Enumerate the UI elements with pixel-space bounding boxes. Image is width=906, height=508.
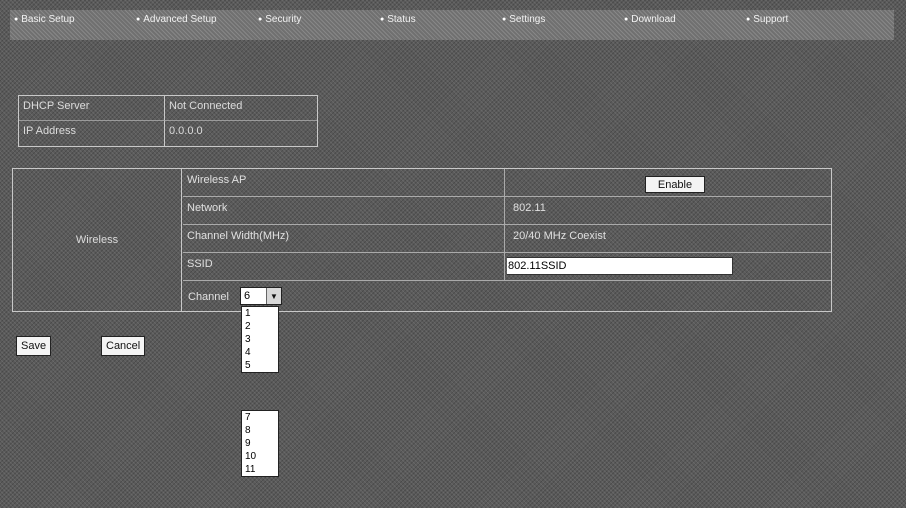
status-label: DHCP Server — [19, 96, 165, 121]
channel-option[interactable]: 9 — [242, 437, 278, 450]
channel-label: Channel — [188, 291, 229, 303]
nav-item-label: Security — [265, 13, 302, 25]
row-label: Channel Width(MHz) — [183, 225, 505, 252]
bullet-icon: ● — [258, 15, 263, 23]
channel-option[interactable]: 1 — [242, 307, 278, 320]
bullet-icon: ● — [14, 15, 19, 23]
nav-item-label: Settings — [509, 13, 546, 25]
nav-item-status[interactable]: ● Status — [376, 10, 498, 28]
row-value — [507, 253, 829, 280]
channel-selected-value: 6 — [244, 290, 251, 302]
status-table: DHCP Server Not Connected IP Address 0.0… — [18, 95, 318, 147]
channel-select[interactable]: 6 ▼ — [240, 287, 282, 305]
channel-option[interactable]: 3 — [242, 333, 278, 346]
bullet-icon: ● — [136, 15, 141, 23]
row-label: Wireless AP — [183, 169, 505, 196]
page: ● Basic Setup ● Advanced Setup ● Securit… — [0, 0, 906, 508]
row-label: Network — [183, 197, 505, 224]
channel-option[interactable]: 2 — [242, 320, 278, 333]
channel-option[interactable]: 4 — [242, 346, 278, 359]
cancel-button[interactable]: Cancel — [101, 336, 146, 356]
bullet-icon: ● — [624, 15, 629, 23]
nav-item-settings[interactable]: ● Settings — [498, 10, 620, 28]
channel-dropdown-list: 1 2 3 4 5 — [241, 306, 279, 373]
chevron-down-icon[interactable]: ▼ — [266, 288, 281, 304]
status-value: Not Connected — [165, 96, 317, 121]
nav-item-label: Support — [753, 13, 789, 25]
wireless-section-label: Wireless — [13, 169, 182, 311]
channel-option[interactable]: 10 — [242, 450, 278, 463]
bullet-icon: ● — [746, 15, 751, 23]
row-label — [183, 281, 505, 309]
bullet-icon: ● — [380, 15, 385, 23]
save-button[interactable]: Save — [16, 336, 52, 356]
nav-item-label: Download — [631, 13, 676, 25]
nav-item-label: Status — [387, 13, 416, 25]
wireless-row-ssid: SSID — [183, 253, 831, 281]
wireless-row-ap: Wireless AP Enable — [183, 169, 831, 197]
nav-item-label: Basic Setup — [21, 13, 75, 25]
channel-option[interactable]: 7 — [242, 411, 278, 424]
nav-item-advanced-setup[interactable]: ● Advanced Setup — [132, 10, 254, 28]
wireless-row-channel-width: Channel Width(MHz) 20/40 MHz Coexist — [183, 225, 831, 253]
channel-option[interactable]: 5 — [242, 359, 278, 372]
bullet-icon: ● — [502, 15, 507, 23]
row-label: SSID — [183, 253, 505, 280]
ssid-input[interactable] — [507, 257, 733, 275]
nav-item-support[interactable]: ● Support — [742, 10, 864, 28]
enable-button[interactable]: Enable — [645, 176, 705, 193]
wireless-row-network: Network 802.11 — [183, 197, 831, 225]
nav-item-basic-setup[interactable]: ● Basic Setup — [10, 10, 132, 28]
nav-item-download[interactable]: ● Download — [620, 10, 742, 28]
wireless-settings-table: Wireless Wireless AP Enable Network 802.… — [12, 168, 832, 312]
row-value: 802.11 — [513, 202, 546, 214]
channel-option[interactable]: 8 — [242, 424, 278, 437]
row-value: Enable — [507, 169, 829, 196]
top-navigation: ● Basic Setup ● Advanced Setup ● Securit… — [10, 10, 894, 40]
status-label: IP Address — [19, 121, 165, 146]
nav-item-label: Advanced Setup — [143, 13, 217, 25]
channel-option[interactable]: 11 — [242, 463, 278, 476]
channel-dropdown-list-lower: 7 8 9 10 11 — [241, 410, 279, 477]
row-value: 20/40 MHz Coexist — [513, 230, 606, 242]
nav-item-security[interactable]: ● Security — [254, 10, 376, 28]
status-value: 0.0.0.0 — [169, 125, 203, 137]
